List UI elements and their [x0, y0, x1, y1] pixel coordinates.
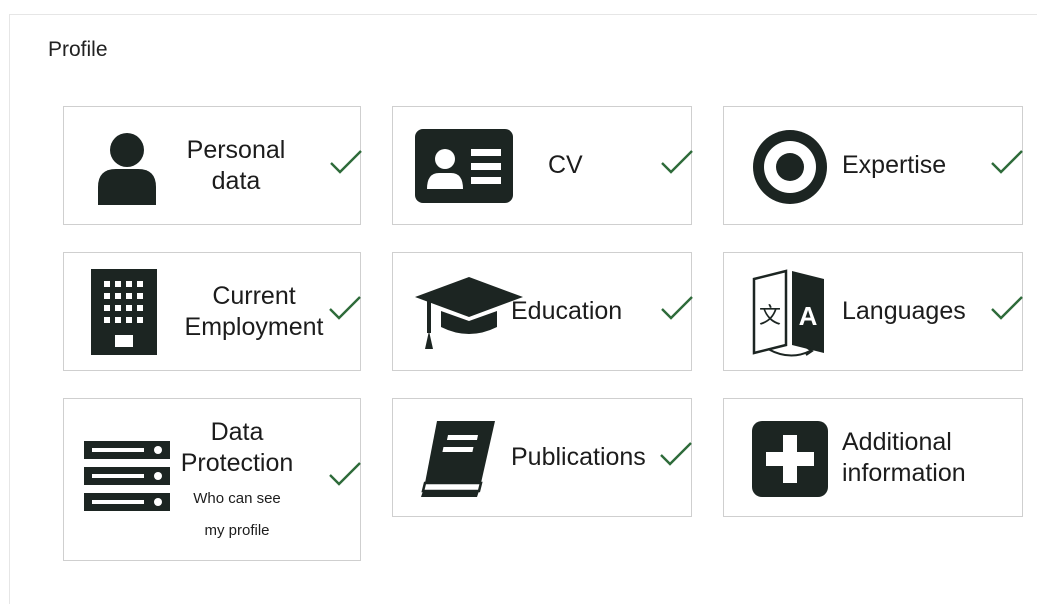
card-label: Data Protection	[180, 418, 294, 477]
card-publications[interactable]: Publications	[392, 398, 692, 517]
card-sublabel: Who can see my profile	[193, 490, 281, 539]
card-label: Expertise	[842, 151, 947, 179]
translate-icon: A 文	[750, 269, 828, 357]
card-expertise[interactable]: Expertise	[723, 106, 1023, 225]
svg-text:A: A	[799, 301, 818, 331]
card-label: Languages	[842, 297, 966, 325]
card-education[interactable]: Education	[392, 252, 694, 371]
person-icon	[96, 131, 160, 205]
card-data-protection[interactable]: Data Protection Who can see my profile	[63, 398, 361, 561]
check-icon	[660, 149, 694, 175]
card-current-employment[interactable]: Current Employment	[63, 252, 361, 371]
card-personal-data[interactable]: Personal data	[63, 106, 363, 225]
check-icon	[659, 441, 693, 467]
target-icon	[752, 129, 828, 205]
check-icon	[328, 295, 362, 321]
check-icon	[329, 149, 363, 175]
plus-box-icon	[752, 421, 828, 497]
check-icon	[990, 295, 1024, 321]
id-card-icon	[415, 129, 513, 203]
card-label: CV	[548, 151, 583, 179]
book-icon	[421, 421, 499, 497]
card-label: Current Employment	[184, 282, 324, 341]
card-additional-information[interactable]: Additional information	[723, 398, 1023, 517]
graduation-cap-icon	[415, 275, 525, 351]
card-label: Publications	[511, 443, 646, 471]
svg-text:文: 文	[759, 304, 781, 329]
check-icon	[660, 295, 694, 321]
check-icon	[990, 149, 1024, 175]
page-title: Profile	[48, 38, 108, 61]
check-icon	[328, 461, 362, 487]
card-languages[interactable]: A 文 Languages	[723, 252, 1023, 371]
card-label: Additional information	[842, 428, 966, 487]
card-cv[interactable]: CV	[392, 106, 694, 225]
server-stack-icon	[84, 441, 170, 515]
card-label: Personal data	[186, 136, 286, 195]
office-building-icon	[91, 269, 157, 355]
card-label: Education	[511, 297, 623, 325]
